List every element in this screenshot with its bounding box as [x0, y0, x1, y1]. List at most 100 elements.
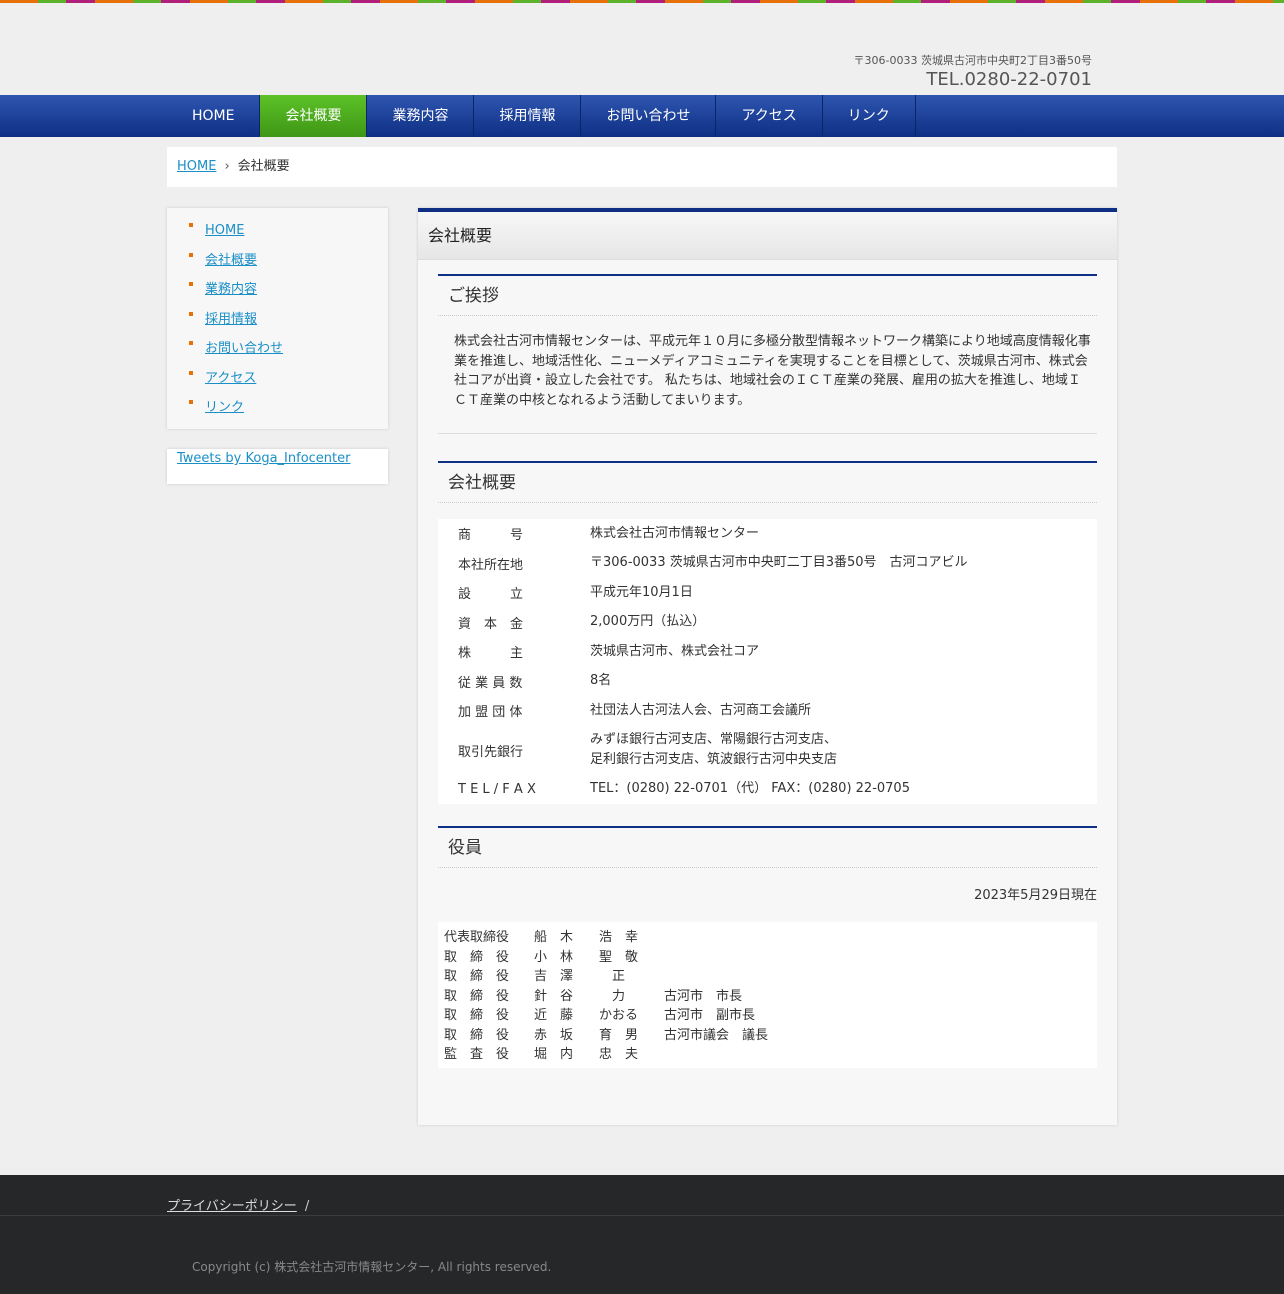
bullet-icon — [189, 370, 193, 375]
officer-name: 堀 内 忠 夫 — [534, 1047, 639, 1062]
row-value: TEL：(0280) 22-0701（代） FAX：(0280) 22-0705 — [590, 781, 910, 797]
greeting-text: 株式会社古河市情報センターは、平成元年１０月に多極分散型情報ネットワーク構築によ… — [438, 316, 1097, 434]
officer-name: 赤 坂 育 男 — [534, 1027, 639, 1043]
tweets-link[interactable]: Tweets by Koga_Infocenter — [177, 451, 350, 466]
nav-item-business[interactable]: 業務内容 — [367, 95, 475, 137]
sidebar-item-company: 会社概要 — [189, 246, 388, 276]
sidebar-item-business: 業務内容 — [189, 275, 388, 305]
overview-heading: 会社概要 — [438, 461, 1097, 503]
officer-name: 吉 澤 正 — [534, 969, 626, 984]
table-row: 加 盟 団 体 社団法人古河法人会、古河商工会議所 — [438, 696, 1097, 726]
sidebar-link-links[interactable]: リンク — [205, 400, 244, 415]
officers-section: 役員 2023年5月29日現在 代表取締役 船 木 浩 幸 取 締 役 小 林 … — [438, 826, 1097, 1068]
nav-item-home[interactable]: HOME — [167, 95, 261, 137]
copyright: Copyright (c) 株式会社古河市情報センター, All rights … — [192, 1260, 552, 1274]
officer-name: 針 谷 力 — [534, 988, 626, 1004]
officer-post: 古河市 市長 — [664, 988, 743, 1004]
table-row: 商 号 株式会社古河市情報センター — [438, 519, 1097, 549]
row-value: 8名 — [590, 673, 612, 689]
table-row: 従 業 員 数 8名 — [438, 667, 1097, 697]
breadcrumb: HOME › 会社概要 — [167, 147, 1117, 187]
officer-title: 監 査 役 — [444, 1047, 510, 1062]
nav-item-recruit[interactable]: 採用情報 — [474, 95, 582, 137]
officer-title: 取 締 役 — [444, 1027, 510, 1043]
table-row: 本社所在地 〒306-0033 茨城県古河市中央町二丁目3番50号 古河コアビル — [438, 549, 1097, 579]
officer-title: 取 締 役 — [444, 969, 510, 984]
bullet-icon — [189, 400, 193, 404]
bullet-icon — [189, 252, 193, 257]
privacy-policy-link[interactable]: プライバシーポリシー — [167, 1199, 297, 1214]
row-label: 設 立 — [458, 587, 524, 603]
row-label: 取引先銀行 — [458, 744, 524, 760]
officer-title: 取 締 役 — [444, 1008, 510, 1023]
bullet-icon — [189, 223, 193, 227]
sidebar-menu: HOME 会社概要 業務内容 採用情報 お問い合わせ アクセス リンク — [167, 208, 388, 429]
row-value: 2,000万円（払込） — [590, 614, 706, 630]
row-label: 商 号 — [458, 528, 524, 544]
row-value: 〒306-0033 茨城県古河市中央町二丁目3番50号 古河コアビル — [590, 555, 968, 571]
breadcrumb-home-link[interactable]: HOME — [177, 159, 216, 174]
nav-item-contact[interactable]: お問い合わせ — [581, 95, 717, 137]
row-label: T E L / F A X — [458, 781, 536, 797]
officer-row: 取 締 役 吉 澤 正 — [444, 967, 1097, 987]
row-value: 社団法人古河法人会、古河商工会議所 — [590, 702, 812, 718]
officer-title: 取 締 役 — [444, 949, 510, 965]
sidebar-link-home[interactable]: HOME — [205, 223, 244, 238]
officer-name: 船 木 浩 幸 — [534, 930, 639, 945]
table-row: T E L / F A X TEL：(0280) 22-0701（代） FAX：… — [438, 775, 1097, 805]
row-value: みずほ銀行古河支店、常陽銀行古河支店、 足利銀行古河支店、筑波銀行古河中央支店 — [590, 732, 838, 767]
header-tel: TEL.0280-22-0701 — [926, 69, 1092, 90]
sidebar-link-access[interactable]: アクセス — [205, 371, 256, 386]
sidebar-item-recruit: 採用情報 — [189, 305, 388, 335]
sidebar-link-recruit[interactable]: 採用情報 — [205, 312, 257, 327]
officer-post: 古河市議会 議長 — [664, 1027, 769, 1043]
officers-list: 代表取締役 船 木 浩 幸 取 締 役 小 林 聖 敬 取 締 役 吉 澤 正 … — [438, 922, 1097, 1068]
officer-row: 代表取締役 船 木 浩 幸 — [444, 928, 1097, 948]
sidebar-item-access: アクセス — [189, 364, 388, 394]
row-label: 株 主 — [458, 646, 524, 662]
footer-slash: / — [304, 1199, 310, 1214]
row-value: 茨城県古河市、株式会社コア — [590, 643, 760, 659]
officers-heading: 役員 — [438, 826, 1097, 868]
officer-row: 取 締 役 近 藤 かおる 古河市 副市長 — [444, 1006, 1097, 1026]
officer-row: 取 締 役 赤 坂 育 男 古河市議会 議長 — [444, 1026, 1097, 1046]
officer-post: 古河市 副市長 — [664, 1008, 756, 1023]
breadcrumb-separator: › — [224, 159, 230, 174]
officer-name: 小 林 聖 敬 — [534, 949, 639, 965]
footer-divider — [0, 1215, 1284, 1216]
nav-item-links[interactable]: リンク — [823, 95, 916, 137]
global-nav: HOME 会社概要 業務内容 採用情報 お問い合わせ アクセス リンク — [0, 95, 1284, 137]
twitter-widget: Tweets by Koga_Infocenter — [167, 449, 388, 484]
sidebar-item-contact: お問い合わせ — [189, 334, 388, 364]
officers-as-of-date: 2023年5月29日現在 — [974, 888, 1097, 903]
table-row: 株 主 茨城県古河市、株式会社コア — [438, 637, 1097, 667]
bullet-icon — [189, 282, 193, 286]
sidebar-link-business[interactable]: 業務内容 — [205, 282, 257, 297]
footer-links: プライバシーポリシー / — [167, 1195, 309, 1214]
table-row: 取引先銀行 みずほ銀行古河支店、常陽銀行古河支店、 足利銀行古河支店、筑波銀行古… — [438, 726, 1097, 775]
header-address: 〒306-0033 茨城県古河市中央町2丁目3番50号 — [853, 54, 1092, 67]
row-label: 本社所在地 — [458, 557, 524, 573]
nav-item-access[interactable]: アクセス — [716, 95, 823, 137]
sidebar-item-links: リンク — [189, 393, 388, 423]
officer-row: 取 締 役 針 谷 力 古河市 市長 — [444, 987, 1097, 1007]
greeting-heading: ご挨拶 — [438, 274, 1097, 316]
top-color-stripe — [0, 0, 1284, 3]
page-title: 会社概要 — [418, 212, 1117, 260]
bullet-icon — [189, 311, 193, 316]
table-row: 資 本 金 2,000万円（払込） — [438, 608, 1097, 638]
sidebar-item-home: HOME — [189, 216, 388, 246]
officer-row: 監 査 役 堀 内 忠 夫 — [444, 1045, 1097, 1065]
row-value: 株式会社古河市情報センター — [590, 525, 760, 541]
row-label: 従 業 員 数 — [458, 675, 523, 691]
officer-row: 取 締 役 小 林 聖 敬 — [444, 948, 1097, 968]
footer: プライバシーポリシー / Copyright (c) 株式会社古河市情報センター… — [0, 1175, 1284, 1294]
sidebar-link-contact[interactable]: お問い合わせ — [205, 341, 283, 356]
sidebar-link-company[interactable]: 会社概要 — [205, 253, 257, 268]
officer-name: 近 藤 かおる — [534, 1008, 639, 1023]
overview-section: 会社概要 商 号 株式会社古河市情報センター 本社所在地 〒306-0033 茨… — [438, 461, 1097, 804]
greeting-section: ご挨拶 株式会社古河市情報センターは、平成元年１０月に多極分散型情報ネットワーク… — [438, 274, 1097, 434]
nav-item-company[interactable]: 会社概要 — [260, 95, 368, 137]
company-info-table: 商 号 株式会社古河市情報センター 本社所在地 〒306-0033 茨城県古河市… — [438, 519, 1097, 804]
bullet-icon — [189, 341, 193, 345]
